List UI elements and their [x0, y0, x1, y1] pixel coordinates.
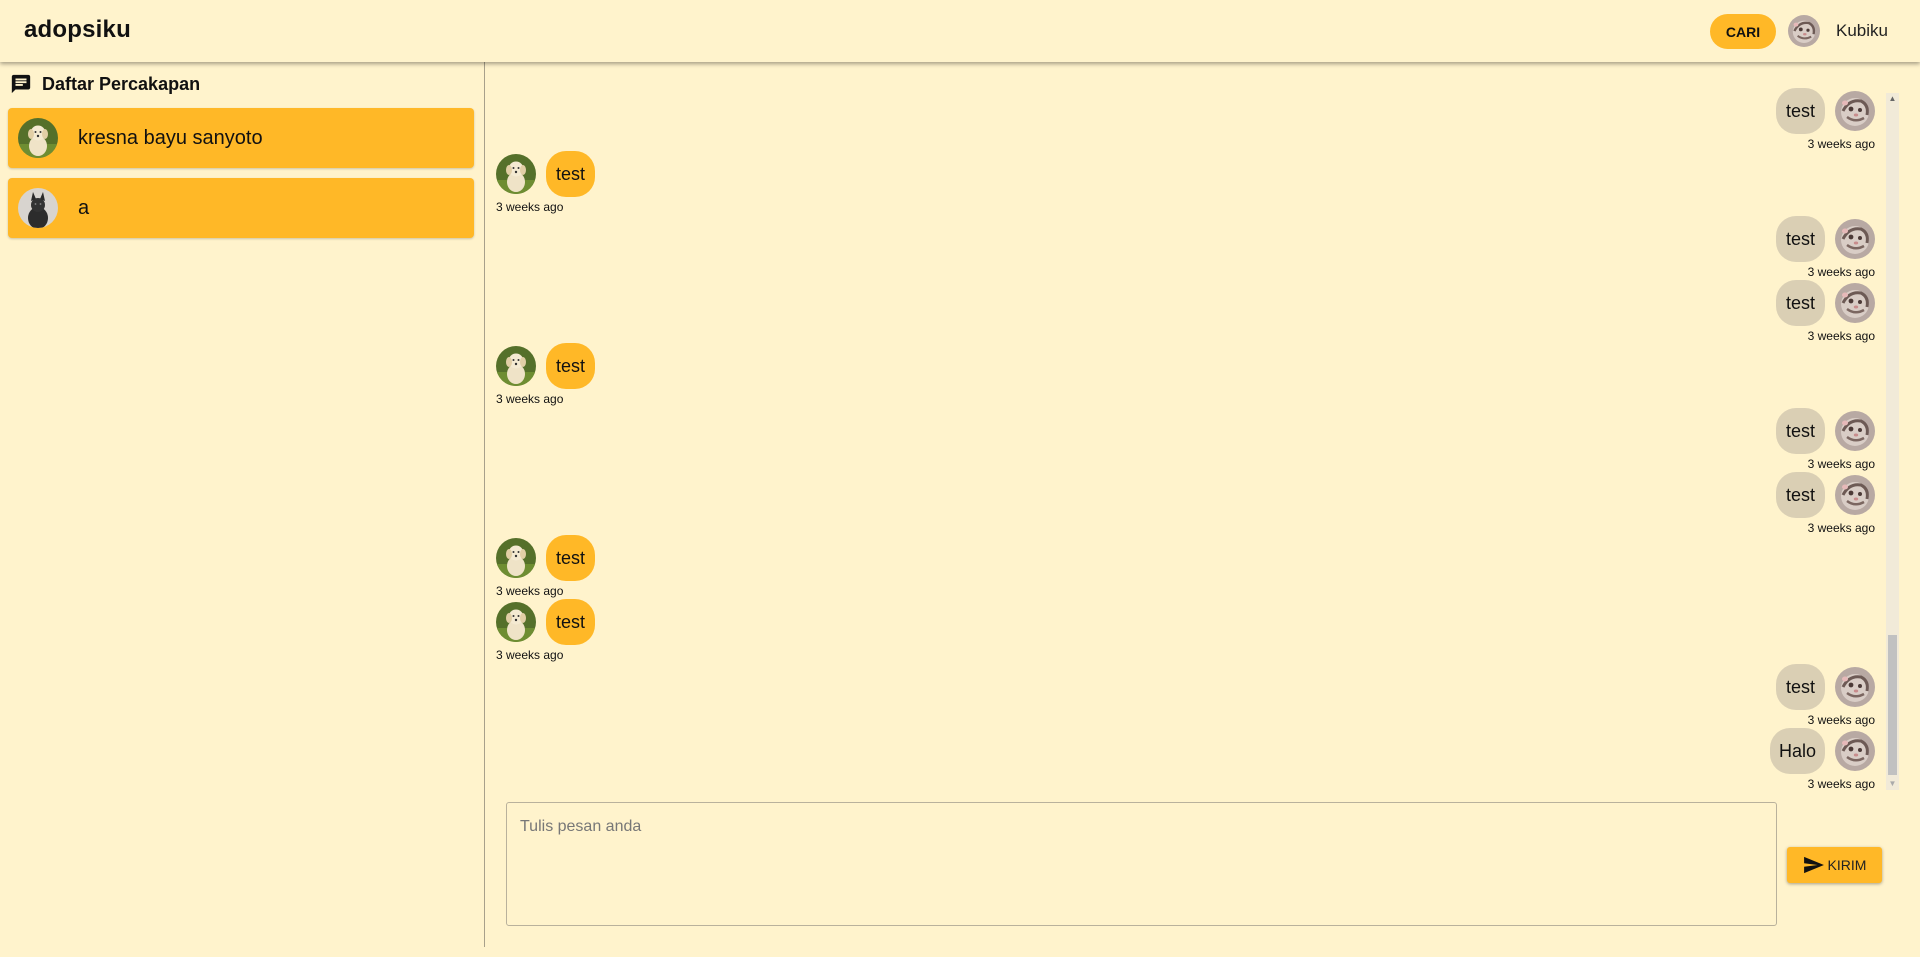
message-timestamp: 3 weeks ago [1807, 329, 1875, 343]
message-sent: Halo 3 weeks ago [1769, 728, 1875, 791]
message-timestamp: 3 weeks ago [1807, 137, 1875, 151]
message-timestamp: 3 weeks ago [1807, 265, 1875, 279]
sidebar-title: Daftar Percakapan [10, 72, 200, 96]
message-sent: test 3 weeks ago [1776, 216, 1875, 279]
conversation-sidebar: Daftar Percakapan kresna bayu sanyoto a [0, 62, 485, 947]
message-timestamp: 3 weeks ago [496, 584, 564, 598]
hamster-avatar-icon [1835, 731, 1875, 771]
message-sent: test 3 weeks ago [1776, 280, 1875, 343]
message-bubble: test [1776, 216, 1825, 262]
message-timestamp: 3 weeks ago [496, 648, 564, 662]
user-avatar[interactable] [1788, 15, 1820, 47]
hamster-avatar-icon [1835, 475, 1875, 515]
message-sent: test 3 weeks ago [1776, 408, 1875, 471]
app-bar: adopsiku CARI Kubiku [0, 0, 1920, 62]
message-received: test 3 weeks ago [496, 535, 595, 598]
sender-avatar [1835, 475, 1875, 515]
conversation-name: a [78, 196, 90, 219]
message-list[interactable]: test 3 weeks ago test 3 weeks ago test 3… [486, 62, 1920, 802]
conversation-name: kresna bayu sanyoto [78, 126, 263, 149]
hamster-avatar-icon [1835, 667, 1875, 707]
message-timestamp: 3 weeks ago [1807, 457, 1875, 471]
message-bubble: test [546, 151, 595, 197]
scroll-down-arrow-icon[interactable]: ▼ [1886, 778, 1899, 790]
sender-avatar [496, 346, 536, 386]
brand-logo[interactable]: adopsiku [24, 16, 131, 44]
chat-icon [11, 74, 31, 94]
golden-puppy-avatar-icon [496, 346, 536, 386]
conversation-avatar [18, 118, 58, 158]
message-timestamp: 3 weeks ago [496, 200, 564, 214]
golden-puppy-avatar-icon [496, 602, 536, 642]
message-sent: test 3 weeks ago [1776, 88, 1875, 151]
conversation-avatar [18, 188, 58, 228]
user-name[interactable]: Kubiku [1836, 21, 1888, 41]
message-scrollbar[interactable]: ▲ ▼ [1886, 93, 1899, 790]
sender-avatar [1835, 411, 1875, 451]
golden-puppy-avatar-icon [18, 118, 58, 158]
hamster-avatar-icon [1835, 411, 1875, 451]
message-bubble: test [546, 343, 595, 389]
message-received: test 3 weeks ago [496, 599, 595, 662]
scroll-up-arrow-icon[interactable]: ▲ [1886, 93, 1899, 105]
message-timestamp: 3 weeks ago [1807, 713, 1875, 727]
message-bubble: test [1776, 472, 1825, 518]
message-bubble: test [1776, 664, 1825, 710]
sender-avatar [496, 602, 536, 642]
message-received: test 3 weeks ago [496, 343, 595, 406]
sender-avatar [1835, 219, 1875, 259]
send-icon [1803, 856, 1824, 874]
message-input[interactable] [506, 802, 1777, 926]
sidebar-title-label: Daftar Percakapan [42, 73, 201, 94]
scroll-thumb[interactable] [1888, 635, 1897, 775]
sender-avatar [1835, 283, 1875, 323]
hamster-avatar-icon [1835, 91, 1875, 131]
sender-avatar [1835, 667, 1875, 707]
message-sent: test 3 weeks ago [1776, 472, 1875, 535]
message-timestamp: 3 weeks ago [496, 392, 564, 406]
sender-avatar [496, 538, 536, 578]
black-dog-avatar-icon [18, 188, 58, 228]
conversation-item[interactable]: a [8, 178, 474, 238]
message-bubble: test [546, 535, 595, 581]
sender-avatar [1835, 91, 1875, 131]
hamster-avatar-icon [1835, 219, 1875, 259]
message-timestamp: 3 weeks ago [1807, 521, 1875, 535]
hamster-avatar-icon [1835, 283, 1875, 323]
conversation-item[interactable]: kresna bayu sanyoto [8, 108, 474, 168]
message-bubble: test [1776, 280, 1825, 326]
message-timestamp: 3 weeks ago [1807, 777, 1875, 791]
message-sent: test 3 weeks ago [1776, 664, 1875, 727]
message-bubble: test [1776, 88, 1825, 134]
send-button-label: KIRIM [1827, 857, 1867, 873]
search-button[interactable]: CARI [1710, 14, 1776, 49]
sender-avatar [1835, 731, 1875, 771]
sender-avatar [496, 154, 536, 194]
send-button[interactable]: KIRIM [1787, 847, 1882, 883]
message-received: test 3 weeks ago [496, 151, 595, 214]
message-bubble: Halo [1769, 728, 1825, 774]
golden-puppy-avatar-icon [496, 538, 536, 578]
hamster-avatar-icon [1788, 15, 1820, 47]
golden-puppy-avatar-icon [496, 154, 536, 194]
message-bubble: test [546, 599, 595, 645]
message-bubble: test [1776, 408, 1825, 454]
